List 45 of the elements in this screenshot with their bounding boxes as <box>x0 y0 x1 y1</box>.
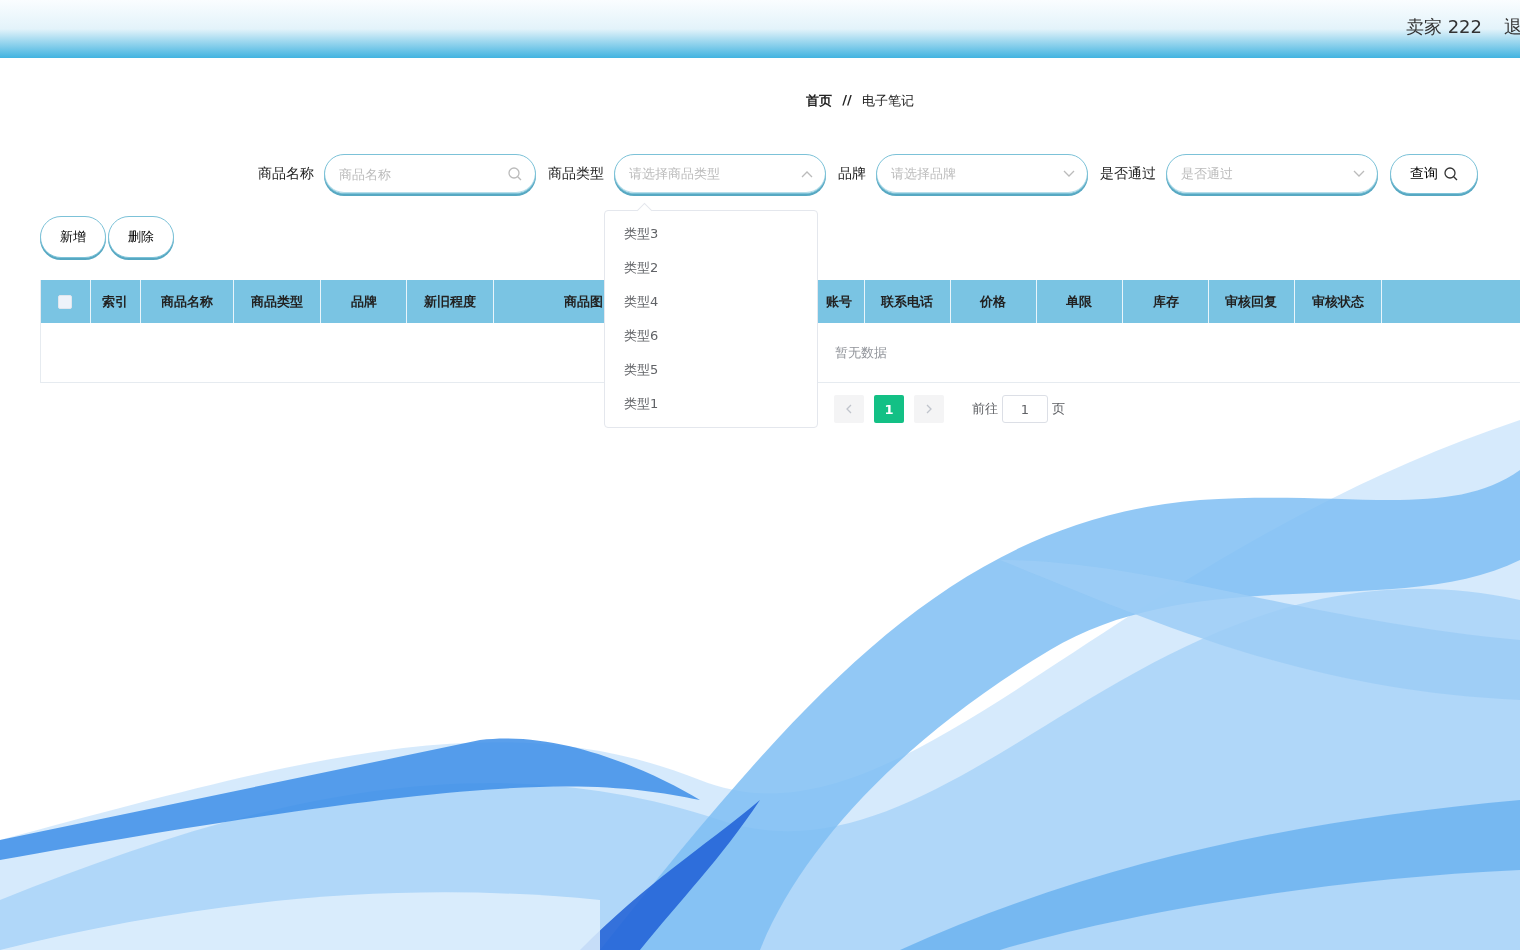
column-header: 审核状态 <box>1311 292 1364 311</box>
field-label: 商品类型 <box>548 165 604 183</box>
dropdown-option[interactable]: 类型2 <box>605 251 817 285</box>
select-all-checkbox[interactable] <box>58 294 73 309</box>
search-button[interactable]: 查询 <box>1390 154 1478 194</box>
dropdown-option[interactable]: 类型3 <box>605 217 817 251</box>
field-label: 品牌 <box>838 165 866 183</box>
user-name: 卖家 222 <box>1405 15 1482 39</box>
column-header: 索引 <box>102 292 129 311</box>
column-header: 账号 <box>825 292 852 311</box>
next-page-button[interactable] <box>914 395 944 423</box>
column-header: 商品类型 <box>251 292 304 311</box>
chevron-up-icon <box>801 170 813 178</box>
column-header: 联系电话 <box>881 292 934 311</box>
column-header: 价格 <box>980 292 1007 311</box>
page-input[interactable]: 1 <box>1002 395 1048 423</box>
field-label: 商品名称 <box>258 165 314 183</box>
action-button[interactable]: 删除 <box>108 216 174 258</box>
column-header: 审核回复 <box>1225 292 1278 311</box>
chevron-down-icon <box>1353 170 1365 178</box>
breadcrumb-item[interactable]: 首页 <box>806 92 833 110</box>
search-icon <box>1444 167 1458 181</box>
page-suffix: 页 <box>1052 400 1065 418</box>
chevron-left-icon <box>846 404 852 414</box>
column-header: 商品名称 <box>161 292 214 311</box>
column-header: 商品图 <box>563 292 603 311</box>
empty-text: 暂无数据 <box>835 343 887 362</box>
column-header: 库存 <box>1152 292 1179 311</box>
dropdown-option[interactable]: 类型5 <box>605 353 817 387</box>
breadcrumb-separator: // <box>842 92 852 109</box>
chevron-down-icon <box>1063 170 1075 178</box>
goto-label: 前往 <box>972 400 998 418</box>
field-label: 是否通过 <box>1100 165 1156 183</box>
chevron-right-icon <box>926 404 932 414</box>
column-header: 品牌 <box>350 292 377 311</box>
dropdown-option[interactable]: 类型6 <box>605 319 817 353</box>
search-icon <box>508 167 522 181</box>
dropdown-option[interactable]: 类型4 <box>605 285 817 319</box>
action-button[interactable]: 新增 <box>40 216 106 258</box>
prev-page-button[interactable] <box>834 395 864 423</box>
breadcrumb-item: 电子笔记 <box>861 92 914 110</box>
search-field[interactable]: 商品名称 <box>324 154 536 194</box>
column-header: 单限 <box>1066 292 1093 311</box>
dropdown-option[interactable]: 类型1 <box>605 387 817 421</box>
column-header: 新旧程度 <box>423 292 476 311</box>
